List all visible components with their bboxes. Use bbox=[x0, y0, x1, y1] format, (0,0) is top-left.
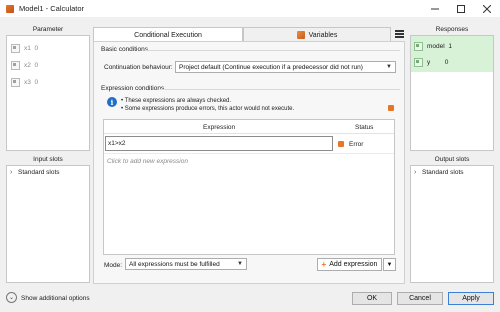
continuation-value: Project default (Continue execution if a… bbox=[179, 63, 363, 71]
responses-list: model 1 y 0 bbox=[410, 35, 494, 151]
plus-icon: + bbox=[321, 260, 327, 269]
error-status-icon bbox=[338, 141, 344, 147]
response-name: model bbox=[427, 42, 445, 50]
minimize-button[interactable] bbox=[422, 0, 448, 17]
window-title: Model1 - Calculator bbox=[19, 4, 85, 13]
basic-conditions-title: Basic conditions bbox=[101, 46, 148, 53]
parameter-header: Parameter bbox=[32, 26, 64, 33]
parameter-name: x3 bbox=[24, 79, 31, 86]
mode-value: All expressions must be fulfilled bbox=[129, 260, 220, 268]
menu-icon[interactable] bbox=[395, 30, 404, 38]
row-divider bbox=[104, 153, 394, 154]
column-header-expression: Expression bbox=[203, 124, 236, 131]
tab-label: Conditional Execution bbox=[134, 31, 202, 39]
info-line: • These expressions are always checked. bbox=[121, 98, 232, 104]
maximize-button[interactable] bbox=[448, 0, 474, 17]
app-icon bbox=[6, 4, 14, 13]
slot-label: Standard slots bbox=[422, 168, 464, 176]
parameter-item[interactable]: x1 0 bbox=[7, 40, 89, 57]
continuation-behaviour-select[interactable]: Project default (Continue execution if a… bbox=[175, 61, 396, 73]
tab-conditional-execution[interactable]: Conditional Execution bbox=[93, 27, 243, 42]
continuation-label: Continuation behaviour: bbox=[104, 64, 173, 71]
output-slots-header: Output slots bbox=[434, 156, 470, 163]
add-expression-placeholder[interactable]: Click to add new expression bbox=[107, 158, 188, 165]
expression-status: Error bbox=[349, 141, 364, 148]
minimize-icon bbox=[431, 8, 439, 9]
parameter-list: x1 0 x2 0 x3 0 bbox=[6, 35, 90, 151]
output-slots-list: › Standard slots bbox=[410, 165, 494, 283]
parameter-value: 0 bbox=[34, 62, 39, 69]
divider bbox=[145, 50, 400, 51]
parameter-value: 0 bbox=[34, 79, 39, 86]
error-indicator-icon bbox=[388, 105, 394, 111]
parameter-name: x2 bbox=[24, 62, 31, 69]
title-bar: Model1 - Calculator bbox=[0, 0, 500, 17]
expression-conditions-title: Expression conditions bbox=[101, 85, 165, 92]
response-value: 0 bbox=[444, 58, 449, 66]
chevron-down-icon: ▼ bbox=[237, 261, 243, 267]
tab-label: Variables bbox=[308, 31, 338, 39]
response-type-icon bbox=[414, 41, 423, 51]
add-expression-dropdown[interactable]: ▼ bbox=[383, 258, 396, 271]
info-icon: i bbox=[107, 97, 117, 107]
column-header-status: Status bbox=[355, 124, 374, 131]
add-expression-label: Add expression bbox=[329, 261, 378, 268]
chevron-right-icon[interactable]: › bbox=[414, 169, 422, 176]
responses-highlight: model 1 y 0 bbox=[411, 36, 493, 72]
parameter-value: 0 bbox=[34, 45, 39, 52]
slot-label: Standard slots bbox=[18, 168, 60, 176]
table-header-divider bbox=[104, 133, 394, 134]
response-item[interactable]: model 1 bbox=[411, 38, 493, 54]
response-item[interactable]: y 0 bbox=[411, 54, 493, 70]
info-line: • Some expressions produce errors, this … bbox=[121, 106, 295, 112]
input-slots-header: Input slots bbox=[33, 156, 63, 163]
responses-header: Responses bbox=[435, 26, 469, 33]
ok-button[interactable]: OK bbox=[352, 292, 392, 305]
expression-input[interactable]: x1>x2 bbox=[105, 136, 333, 151]
close-button[interactable] bbox=[474, 0, 500, 17]
divider bbox=[160, 89, 400, 90]
parameter-type-icon bbox=[11, 44, 20, 53]
parameter-name: x1 bbox=[24, 45, 31, 52]
response-name: y bbox=[427, 58, 431, 66]
parameter-type-icon bbox=[11, 61, 20, 70]
chevron-down-icon: ▼ bbox=[386, 64, 392, 70]
input-slots-list: › Standard slots bbox=[6, 165, 90, 283]
show-additional-options[interactable]: Show additional options bbox=[21, 295, 90, 302]
parameter-item[interactable]: x2 0 bbox=[7, 57, 89, 74]
add-expression-button[interactable]: + Add expression bbox=[317, 258, 382, 271]
chevron-right-icon[interactable]: › bbox=[10, 169, 18, 176]
parameter-item[interactable]: x3 0 bbox=[7, 74, 89, 91]
expand-options-icon[interactable]: ⌄ bbox=[6, 292, 17, 303]
response-type-icon bbox=[414, 57, 423, 67]
response-value: 1 bbox=[448, 42, 452, 50]
variables-icon bbox=[296, 31, 305, 39]
chevron-down-icon: ▼ bbox=[386, 261, 393, 268]
tab-variables[interactable]: Variables bbox=[243, 27, 391, 42]
input-slot-item[interactable]: › Standard slots bbox=[7, 166, 89, 178]
maximize-icon bbox=[457, 4, 465, 13]
mode-label: Mode: bbox=[104, 262, 123, 269]
close-icon bbox=[483, 4, 491, 13]
mode-select[interactable]: All expressions must be fulfilled ▼ bbox=[125, 258, 247, 270]
apply-button[interactable]: Apply bbox=[448, 292, 494, 305]
parameter-type-icon bbox=[11, 78, 20, 87]
output-slot-item[interactable]: › Standard slots bbox=[411, 166, 493, 178]
cancel-button[interactable]: Cancel bbox=[397, 292, 443, 305]
